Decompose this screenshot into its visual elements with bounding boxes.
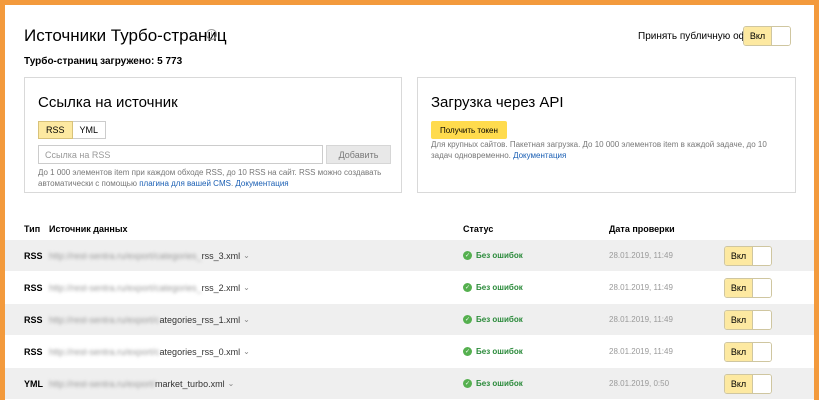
api-card-title: Загрузка через API: [431, 94, 564, 111]
check-icon: ✓: [463, 251, 472, 260]
check-icon: ✓: [463, 379, 472, 388]
chevron-down-icon[interactable]: ⌄: [243, 315, 250, 324]
header-source: Источник данных: [49, 224, 128, 234]
table-row: YML http://rest-sentra.ru/export/market_…: [5, 368, 814, 399]
info-icon[interactable]: i: [206, 29, 217, 40]
row-type: YML: [24, 378, 43, 389]
status-text: Без ошибок: [476, 379, 523, 388]
row-type: RSS: [24, 250, 43, 261]
source-url-tail: ategories_rss_0.xml: [159, 346, 241, 357]
tab-rss[interactable]: RSS: [38, 121, 73, 139]
row-date: 28.01.2019, 11:49: [609, 251, 673, 260]
table-row: RSS http://rest-sentra.ru/export/categor…: [5, 272, 814, 303]
row-date: 28.01.2019, 0:50: [609, 379, 670, 388]
row-toggle-label: Вкл: [725, 279, 752, 297]
check-icon: ✓: [463, 315, 472, 324]
status-text: Без ошибок: [476, 251, 523, 260]
get-token-button[interactable]: Получить токен: [431, 121, 507, 139]
offer-toggle[interactable]: Вкл: [743, 26, 791, 46]
source-hint-prefix: автоматически с помощью: [38, 179, 140, 188]
row-type: RSS: [24, 346, 43, 357]
row-date: 28.01.2019, 11:49: [609, 283, 673, 292]
row-toggle-label: Вкл: [725, 311, 752, 329]
chevron-down-icon[interactable]: ⌄: [243, 283, 250, 292]
toggle-knob: [771, 27, 790, 45]
source-hint: До 1 000 элементов item при каждом обход…: [38, 167, 398, 189]
offer-toggle-label: Вкл: [744, 27, 771, 45]
source-url-tail: rss_2.xml: [201, 282, 241, 293]
api-hint-prefix: задач одновременно.: [431, 151, 514, 160]
toggle-knob: [752, 375, 771, 393]
source-url-tail: ategories_rss_1.xml: [159, 314, 241, 325]
pages-loaded-count: Турбо-страниц загружено: 5 773: [24, 56, 183, 67]
row-status: ✓ Без ошибок: [463, 272, 523, 303]
chevron-down-icon[interactable]: ⌄: [228, 379, 235, 388]
status-text: Без ошибок: [476, 315, 523, 324]
add-button[interactable]: Добавить: [326, 145, 391, 164]
row-status: ✓ Без ошибок: [463, 240, 523, 271]
row-status: ✓ Без ошибок: [463, 336, 523, 367]
toggle-knob: [752, 247, 771, 265]
row-source[interactable]: http://rest-sentra.ru/export/categories_…: [49, 240, 250, 271]
page-title: Источники Турбо-страниц: [24, 26, 227, 45]
row-toggle-label: Вкл: [725, 343, 752, 361]
table-row: RSS http://rest-sentra.ru/export/categor…: [5, 336, 814, 367]
plugin-link[interactable]: плагина для вашей CMS: [139, 179, 231, 188]
status-text: Без ошибок: [476, 283, 523, 292]
row-toggle[interactable]: Вкл: [724, 374, 772, 394]
row-source[interactable]: http://rest-sentra.ru/export/categories_…: [49, 304, 250, 335]
table-row: RSS http://rest-sentra.ru/export/categor…: [5, 240, 814, 271]
source-url-tail: market_turbo.xml: [155, 378, 225, 389]
toggle-knob: [752, 279, 771, 297]
source-docs-link[interactable]: Документация: [235, 179, 288, 188]
row-type: RSS: [24, 314, 43, 325]
api-hint-line1: Для крупных сайтов. Пакетная загрузка. Д…: [431, 140, 767, 149]
header-type: Тип: [24, 224, 41, 234]
row-toggle-label: Вкл: [725, 247, 752, 265]
source-url-blurred: http://rest-sentra.ru/export/categories_: [49, 282, 202, 293]
chevron-down-icon[interactable]: ⌄: [243, 347, 250, 356]
header-date: Дата проверки: [609, 224, 675, 234]
check-icon: ✓: [463, 347, 472, 356]
source-url-blurred: http://rest-sentra.ru/export/: [49, 378, 156, 389]
header-status: Статус: [463, 224, 494, 234]
rss-url-input[interactable]: Ссылка на RSS: [38, 145, 323, 164]
source-card-title: Ссылка на источник: [38, 94, 178, 111]
row-source[interactable]: http://rest-sentra.ru/export/categories_…: [49, 272, 250, 303]
api-hint-line2: задач одновременно. Документация: [431, 150, 781, 161]
row-date: 28.01.2019, 11:49: [609, 347, 673, 356]
toggle-knob: [752, 311, 771, 329]
api-upload-card: Загрузка через API Получить токен Для кр…: [417, 77, 796, 193]
source-link-card: Ссылка на источник RSS YML Ссылка на RSS…: [24, 77, 402, 193]
source-url-blurred: http://rest-sentra.ru/export/c: [49, 346, 160, 357]
source-hint-line1: До 1 000 элементов item при каждом обход…: [38, 168, 382, 177]
row-toggle[interactable]: Вкл: [724, 310, 772, 330]
api-docs-link[interactable]: Документация: [513, 151, 566, 160]
row-toggle[interactable]: Вкл: [724, 278, 772, 298]
row-toggle[interactable]: Вкл: [724, 342, 772, 362]
chevron-down-icon[interactable]: ⌄: [243, 251, 250, 260]
status-text: Без ошибок: [476, 347, 523, 356]
row-toggle-label: Вкл: [725, 375, 752, 393]
row-toggle[interactable]: Вкл: [724, 246, 772, 266]
row-date: 28.01.2019, 11:49: [609, 315, 673, 324]
turbo-sources-page: Источники Турбо-страниц i Турбо-страниц …: [5, 5, 814, 400]
row-type: RSS: [24, 282, 43, 293]
row-status: ✓ Без ошибок: [463, 304, 523, 335]
tab-yml[interactable]: YML: [72, 121, 107, 139]
source-url-tail: rss_3.xml: [201, 250, 241, 261]
source-url-blurred: http://rest-sentra.ru/export/c: [49, 314, 160, 325]
toggle-knob: [752, 343, 771, 361]
row-status: ✓ Без ошибок: [463, 368, 523, 399]
row-source[interactable]: http://rest-sentra.ru/export/categories_…: [49, 336, 250, 367]
check-icon: ✓: [463, 283, 472, 292]
row-source[interactable]: http://rest-sentra.ru/export/market_turb…: [49, 368, 234, 399]
api-hint: Для крупных сайтов. Пакетная загрузка. Д…: [431, 139, 781, 161]
source-type-tabs: RSS YML: [38, 121, 107, 139]
source-hint-line2: автоматически с помощью плагина для ваше…: [38, 178, 398, 189]
source-url-blurred: http://rest-sentra.ru/export/categories_: [49, 250, 202, 261]
table-row: RSS http://rest-sentra.ru/export/categor…: [5, 304, 814, 335]
